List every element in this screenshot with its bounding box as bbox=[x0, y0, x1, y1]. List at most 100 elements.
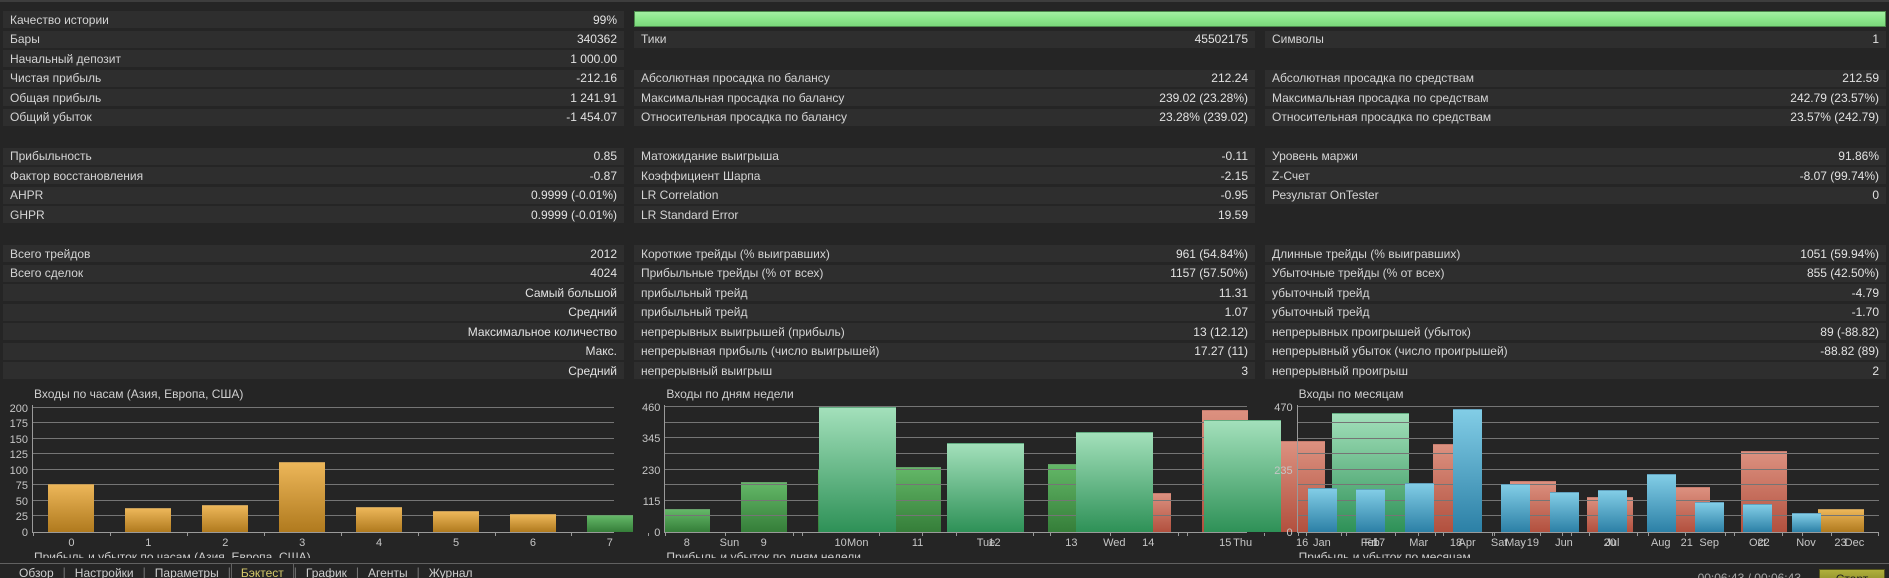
stat-cell: убыточный трейд -1.70 bbox=[1265, 303, 1886, 321]
gridline bbox=[33, 453, 615, 455]
stat-value: Макс. bbox=[585, 344, 617, 358]
x-axis-tick-mark bbox=[1830, 533, 1832, 536]
stats-row: Средний прибыльный трейд 1.07 убыточный тре… bbox=[3, 303, 1886, 323]
stat-value: 855 (42.50%) bbox=[1806, 266, 1879, 280]
stats-row: Всего сделок 4024 Прибыльные трейды (% от … bbox=[3, 264, 1886, 284]
stat-cell: Всего сделок 4024 bbox=[3, 264, 624, 282]
bar bbox=[125, 508, 171, 532]
bar bbox=[1307, 488, 1337, 532]
stat-value: 212.59 bbox=[1842, 71, 1879, 85]
x-axis-tick-mark bbox=[341, 533, 342, 536]
x-axis-tick-mark bbox=[1684, 533, 1686, 536]
stat-value: 0.85 bbox=[593, 149, 617, 163]
stats-row: Максимальное количество непрерывных выигр… bbox=[3, 322, 1886, 342]
stats-row: Общая прибыль 1 241.91 Максимальная просад… bbox=[3, 88, 1886, 108]
tab-nastroyki[interactable]: Настройки bbox=[66, 564, 143, 578]
stat-cell: Относительная просадка по средствам 23.57… bbox=[1265, 108, 1886, 126]
stats-row: Средний непрерывный выигрыш 3 непрерывный п… bbox=[3, 361, 1886, 381]
y-axis-tick-label: 345 bbox=[641, 433, 661, 446]
stat-label: Z-Счет bbox=[1272, 168, 1310, 183]
stat-value: 0.9999 (-0.01%) bbox=[530, 207, 617, 222]
gridline bbox=[33, 437, 615, 439]
stat-cell: непрерывный проигрыш 2 bbox=[1265, 362, 1886, 379]
stat-value: Самый большой bbox=[525, 285, 617, 300]
stat-value: -0.87 bbox=[589, 168, 617, 183]
stat-cell: непрерывных проигрышей (убыток) 89 (-88.8… bbox=[1265, 323, 1886, 340]
stat-cell: Фактор восстановления -0.87 bbox=[3, 167, 624, 184]
x-axis-tick-mark bbox=[1588, 533, 1590, 536]
stat-label: Бары bbox=[10, 32, 40, 46]
tab-grafik[interactable]: График bbox=[297, 564, 356, 578]
stat-value: 212.24 bbox=[1211, 71, 1248, 85]
stat-value: -4.79 bbox=[1851, 285, 1879, 300]
chart-panel-1: Входы по часам (Азия, Европа, США) 0 1 2 3 4 5… bbox=[4, 387, 1879, 558]
bar bbox=[48, 484, 94, 532]
stat-label: LR Correlation bbox=[641, 188, 719, 202]
stat-value: -1.70 bbox=[1851, 305, 1879, 319]
stat-value: 19.59 bbox=[1217, 207, 1248, 222]
stat-value: Средний bbox=[568, 363, 617, 378]
gridline bbox=[665, 406, 1247, 408]
x-axis-tick-mark bbox=[1178, 533, 1180, 536]
stats-row: Качество истории 99% bbox=[3, 10, 1886, 30]
x-axis-tick-label: Sun bbox=[719, 537, 740, 549]
tab-zhurnal[interactable]: Журнал bbox=[420, 564, 482, 578]
stat-value: 0.9999 (-0.01%) bbox=[530, 188, 617, 202]
tab-obzor[interactable]: Обзор bbox=[10, 564, 63, 578]
stat-label: Символы bbox=[1272, 32, 1324, 46]
stat-cell: LR Standard Error 19.59 bbox=[634, 206, 1255, 223]
tab-backtest[interactable]: Бэктест bbox=[230, 563, 294, 578]
stat-value: 23.28% (239.02) bbox=[1159, 110, 1248, 124]
y-axis-tick-label: 75 bbox=[15, 480, 28, 493]
x-axis-tick-mark bbox=[1491, 533, 1493, 536]
stat-cell: Общий убыток -1 454.07 bbox=[3, 108, 624, 126]
stat-cell: Уровень маржи 91.86% bbox=[1265, 147, 1886, 165]
x-axis-tick-mark bbox=[1050, 533, 1052, 536]
gridline bbox=[1297, 422, 1879, 424]
stat-label: непрерывная прибыль (число выигрышей) bbox=[641, 344, 880, 358]
chart-plot-area: 0 1 2 3 4 5 6 7 8 9 10 11 12 13 14 15 16 17 18 19 20 21 22 23 0 2… bbox=[4, 403, 1879, 551]
gridline bbox=[1297, 437, 1879, 439]
stat-cell: Всего трейдов 2012 bbox=[3, 245, 624, 262]
stat-value: 1 bbox=[1872, 32, 1879, 46]
bar bbox=[1549, 492, 1579, 532]
stat-label: Чистая прибыль bbox=[10, 71, 102, 85]
x-axis-tick-mark bbox=[922, 533, 924, 536]
x-axis-tick-mark bbox=[1781, 533, 1783, 536]
stat-cell: Длинные трейды (% выигравших) 1051 (59.94… bbox=[1265, 245, 1886, 262]
tab-agenty[interactable]: Агенты bbox=[359, 564, 417, 578]
stat-cell: Результат OnTester 0 bbox=[1265, 186, 1886, 204]
stat-cell: Максимальная просадка по балансу 239.02 (… bbox=[634, 89, 1255, 106]
x-axis-tick-label: 0 bbox=[68, 537, 75, 549]
x-axis-tick-label: 6 bbox=[529, 537, 537, 549]
stat-label: Короткие трейды (% выигравших) bbox=[641, 246, 830, 261]
start-button[interactable]: Старт bbox=[1819, 569, 1885, 578]
stat-value: Максимальное количество bbox=[467, 324, 617, 339]
stat-cell: Матожидание выигрыша -0.11 bbox=[634, 147, 1255, 165]
x-axis-tick-mark bbox=[33, 533, 34, 536]
stat-value: 1051 (59.94%) bbox=[1800, 246, 1879, 261]
x-axis-tick-mark bbox=[1297, 533, 1299, 536]
x-axis-tick-label: Jan bbox=[1312, 537, 1331, 549]
stat-cell: Макс. bbox=[3, 342, 624, 360]
stat-label: Начальный депозит bbox=[10, 51, 121, 66]
stat-label: Всего трейдов bbox=[10, 246, 91, 261]
y-axis-tick-label: 175 bbox=[9, 418, 28, 431]
tab-parametry[interactable]: Параметры bbox=[146, 564, 228, 578]
stat-cell: Максимальная просадка по средствам 242.79… bbox=[1265, 89, 1886, 106]
bar bbox=[1355, 489, 1385, 532]
bar bbox=[279, 462, 325, 532]
chart-panel-2: Входы по дням недели Sun Mon Tue Wed Thu Fri Sa… bbox=[636, 387, 1564, 558]
stat-cell: LR Correlation -0.95 bbox=[634, 186, 1255, 204]
stat-cell: Коэффициент Шарпа -2.15 bbox=[634, 167, 1255, 184]
stat-cell: Качество истории 99% bbox=[3, 11, 624, 28]
bar bbox=[510, 514, 556, 532]
stat-cell-empty bbox=[1265, 206, 1886, 223]
bar bbox=[1694, 502, 1724, 532]
stat-cell: Z-Счет -8.07 (99.74%) bbox=[1265, 167, 1886, 184]
history-quality-progress-bar bbox=[634, 11, 1886, 27]
stat-cell: Чистая прибыль -212.16 bbox=[3, 69, 624, 87]
x-axis-tick-label: Jun bbox=[1555, 537, 1573, 549]
x-axis-tick-label: Oct bbox=[1749, 537, 1767, 549]
y-axis-tick-label: 235 bbox=[1274, 464, 1293, 477]
